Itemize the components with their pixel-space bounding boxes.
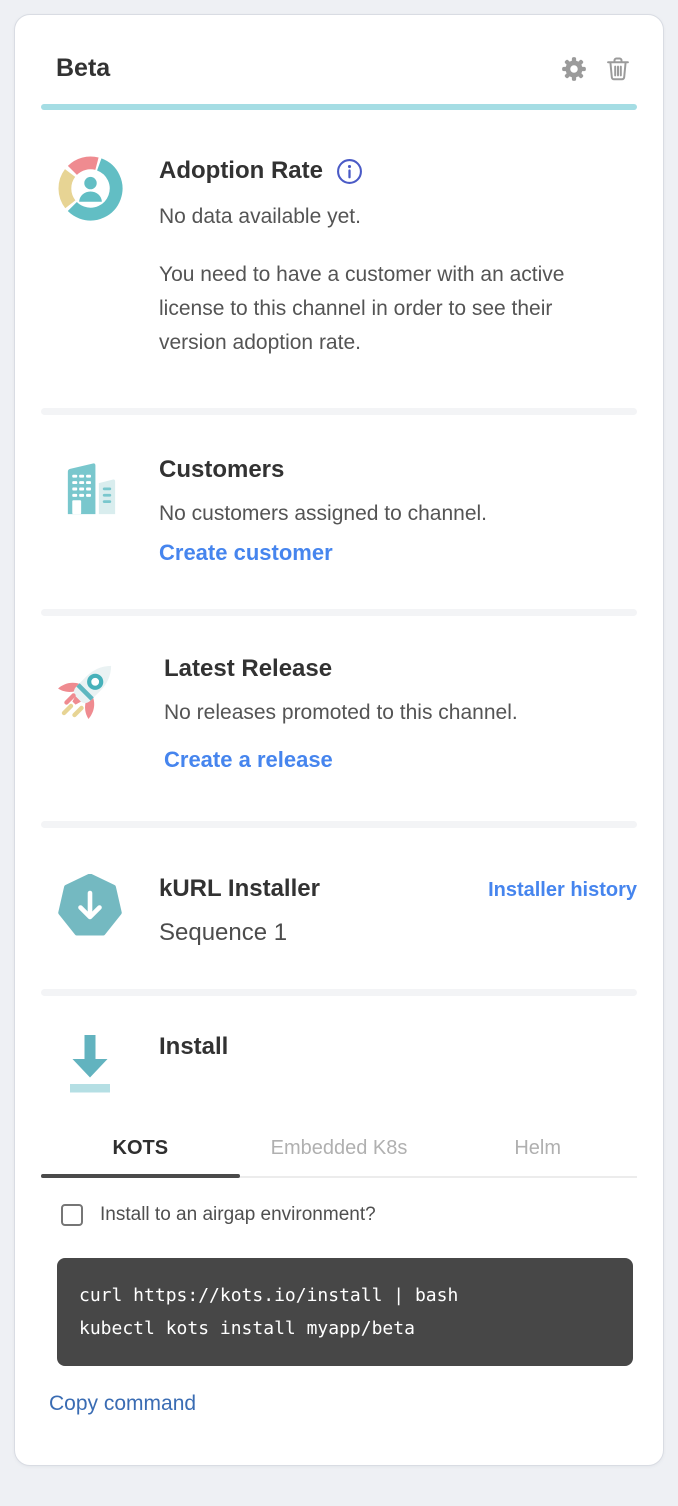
- command-line: curl https://kots.io/install | bash: [79, 1279, 611, 1312]
- kurl-installer-section: kURL Installer Installer history Sequenc…: [41, 828, 637, 989]
- adoption-rate-section: Adoption Rate No data available yet. You…: [41, 110, 637, 408]
- install-command-block: curl https://kots.io/install | bashkubec…: [57, 1258, 633, 1366]
- adoption-rate-title: Adoption Rate: [159, 156, 323, 186]
- card-header: Beta: [41, 53, 637, 84]
- latest-release-section: Latest Release No releases promoted to t…: [41, 616, 637, 821]
- buildings-icon: [58, 455, 123, 567]
- adoption-hint-text: You need to have a customer with an acti…: [159, 258, 611, 360]
- install-title: Install: [159, 1032, 637, 1062]
- customers-empty-text: No customers assigned to channel.: [159, 497, 637, 531]
- rocket-icon: [58, 654, 128, 774]
- create-release-link[interactable]: Create a release: [164, 746, 333, 774]
- heptagon-download-icon: [58, 874, 123, 948]
- info-circle-icon[interactable]: [336, 158, 363, 185]
- download-arrow-icon: [58, 1032, 123, 1096]
- create-customer-link[interactable]: Create customer: [159, 539, 333, 567]
- airgap-option-row: Install to an airgap environment?: [61, 1204, 637, 1226]
- tab-helm[interactable]: Helm: [438, 1136, 637, 1176]
- settings-button[interactable]: [559, 54, 589, 84]
- install-section: Install: [41, 996, 637, 1096]
- release-empty-text: No releases promoted to this channel.: [164, 696, 637, 730]
- section-divider: [41, 821, 637, 828]
- command-line: kubectl kots install myapp/beta: [79, 1312, 611, 1345]
- adoption-empty-text: No data available yet.: [159, 200, 637, 234]
- donut-chart-user-icon: [58, 156, 123, 360]
- header-actions: [559, 54, 633, 84]
- customers-title: Customers: [159, 455, 637, 485]
- tab-kots[interactable]: KOTS: [41, 1136, 240, 1176]
- section-divider: [41, 408, 637, 415]
- airgap-label[interactable]: Install to an airgap environment?: [100, 1204, 376, 1226]
- section-divider: [41, 609, 637, 616]
- copy-command-link[interactable]: Copy command: [49, 1390, 196, 1418]
- install-tabs: KOTS Embedded K8s Helm: [41, 1136, 637, 1178]
- customers-section: Customers No customers assigned to chann…: [41, 415, 637, 609]
- airgap-checkbox[interactable]: [61, 1204, 83, 1226]
- delete-channel-button[interactable]: [603, 54, 633, 84]
- trash-icon: [604, 55, 632, 83]
- channel-title: Beta: [56, 53, 110, 84]
- kurl-installer-title: kURL Installer: [159, 874, 320, 904]
- installer-sequence: Sequence 1: [159, 918, 637, 948]
- latest-release-title: Latest Release: [164, 654, 637, 684]
- section-divider: [41, 989, 637, 996]
- tab-embedded-k8s[interactable]: Embedded K8s: [240, 1136, 439, 1176]
- channel-card: Beta: [14, 14, 664, 1466]
- installer-history-link[interactable]: Installer history: [488, 876, 637, 904]
- gear-icon: [559, 54, 589, 84]
